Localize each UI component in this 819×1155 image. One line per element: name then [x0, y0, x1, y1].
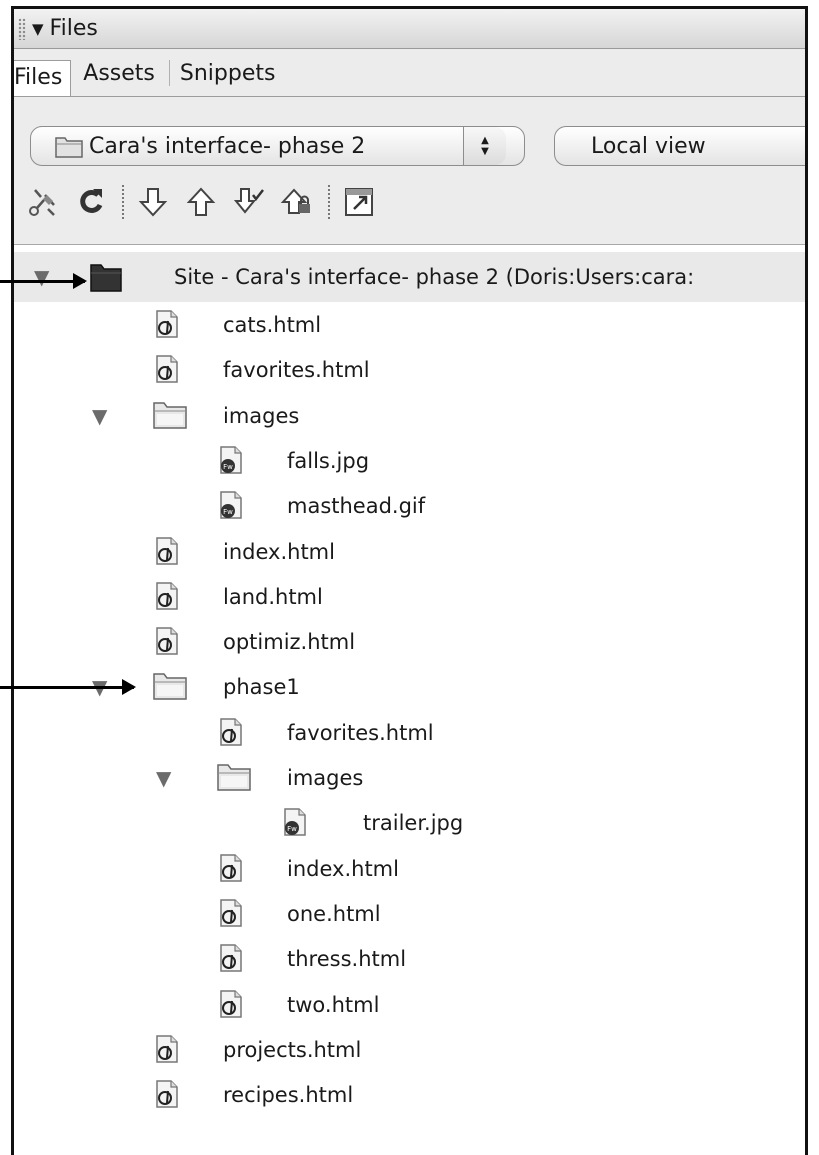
tree-item-name: trailer.jpg	[363, 811, 464, 836]
tree-item-name: two.html	[287, 992, 380, 1017]
expand-triangle-icon[interactable]: ▼	[34, 265, 49, 289]
refresh-icon[interactable]	[72, 183, 110, 221]
tree-item-name: cats.html	[223, 313, 322, 337]
html-file-icon	[218, 943, 244, 977]
tree-item-name: thress.html	[287, 947, 407, 972]
tree-item-name: images	[287, 766, 364, 790]
callout-arrow-site	[0, 273, 87, 289]
tree-item-name: recipes.html	[223, 1083, 354, 1108]
tree-row-site-root[interactable]: ▼ Site - Cara's interface- phase 2 (Doris…	[14, 252, 805, 302]
svg-text:Fw: Fw	[223, 508, 233, 516]
tree-row-file[interactable]: index.html	[14, 846, 805, 892]
folder-icon	[150, 398, 190, 436]
site-select[interactable]: Cara's interface- phase 2 ▲ ▼	[30, 126, 525, 166]
tree-item-name: phase1	[223, 675, 300, 700]
check-in-icon[interactable]	[278, 183, 316, 221]
html-file-icon	[154, 309, 180, 343]
tree-row-file[interactable]: two.html	[14, 982, 805, 1028]
tree-row-file[interactable]: optimiz.html	[14, 619, 805, 665]
fireworks-image-file-icon: Fw	[218, 445, 244, 479]
expand-icon[interactable]	[340, 183, 378, 221]
view-select[interactable]: Local view	[554, 126, 805, 166]
tree-row-file[interactable]: cats.html	[14, 302, 805, 348]
tree-item-name: land.html	[223, 584, 323, 609]
tree-item-name: falls.jpg	[287, 448, 370, 473]
tree-item-name: one.html	[287, 901, 381, 926]
get-files-icon[interactable]	[134, 183, 172, 221]
tree-row-file[interactable]: Fw falls.jpg	[14, 438, 805, 484]
html-file-icon	[218, 853, 244, 887]
site-root-label: Site - Cara's interface- phase 2 (Doris:…	[174, 265, 695, 289]
tab-divider	[168, 60, 170, 86]
html-file-icon	[218, 989, 244, 1023]
tree-row-folder[interactable]: ▼ images	[14, 755, 805, 801]
tree-row-file[interactable]: index.html	[14, 529, 805, 575]
tree-row-file[interactable]: Fw trailer.jpg	[14, 800, 805, 846]
html-file-icon	[218, 898, 244, 932]
tab-assets[interactable]: Assets	[71, 61, 165, 96]
fireworks-image-file-icon: Fw	[282, 807, 308, 841]
put-files-icon[interactable]	[182, 183, 220, 221]
folder-icon	[214, 760, 254, 798]
html-file-icon	[218, 717, 244, 751]
tab-snippets[interactable]: Snippets	[176, 61, 286, 96]
expand-triangle-icon[interactable]: ▼	[156, 766, 171, 790]
tree-row-file[interactable]: Fw masthead.gif	[14, 483, 805, 529]
tree-row-folder[interactable]: ▼ images	[14, 393, 805, 439]
tree-row-file[interactable]: one.html	[14, 891, 805, 937]
files-toolbar: Cara's interface- phase 2 ▲ ▼ Local view	[14, 97, 805, 245]
site-select-label: Cara's interface- phase 2	[89, 133, 366, 159]
tree-row-file[interactable]: thress.html	[14, 936, 805, 982]
tree-item-name: index.html	[223, 539, 335, 564]
files-panel: ▼ Files Files Assets Snippets Cara's int…	[11, 6, 808, 1155]
tree-row-file[interactable]: recipes.html	[14, 1072, 805, 1118]
html-file-icon	[154, 581, 180, 615]
tree-item-name: optimiz.html	[223, 630, 356, 655]
tree-item-name: index.html	[287, 856, 399, 881]
check-out-icon[interactable]	[230, 183, 268, 221]
tree-item-name: projects.html	[223, 1037, 362, 1062]
html-file-icon	[154, 1079, 180, 1113]
callout-arrow-phase1	[0, 679, 136, 695]
collapse-triangle-icon[interactable]: ▼	[32, 20, 44, 38]
panel-title: Files	[49, 16, 98, 41]
html-file-icon	[154, 536, 180, 570]
toolbar-separator	[122, 185, 124, 219]
tab-files[interactable]: Files	[14, 60, 72, 96]
tree-item-name: favorites.html	[287, 720, 434, 745]
html-file-icon	[154, 1034, 180, 1068]
view-select-label: Local view	[591, 133, 706, 159]
tree-row-file[interactable]: favorites.html	[14, 710, 805, 756]
html-file-icon	[154, 626, 180, 660]
svg-text:Fw: Fw	[223, 463, 233, 471]
tree-item-name: images	[223, 403, 300, 428]
toolbar-icons	[24, 180, 388, 224]
html-file-icon	[154, 354, 180, 388]
connect-icon[interactable]	[24, 183, 62, 221]
folder-icon	[150, 669, 190, 707]
tree-row-file[interactable]: projects.html	[14, 1027, 805, 1073]
panel-tabs: Files Assets Snippets	[14, 49, 805, 97]
tree-item-name: favorites.html	[223, 358, 370, 383]
toolbar-separator	[328, 185, 330, 219]
site-select-stepper-icon[interactable]: ▲ ▼	[463, 127, 506, 165]
tree-item-name: masthead.gif	[287, 494, 426, 519]
panel-titlebar[interactable]: ▼ Files	[14, 9, 805, 49]
site-folder-icon	[88, 260, 124, 298]
tree-row-file[interactable]: land.html	[14, 574, 805, 620]
expand-triangle-icon[interactable]: ▼	[92, 404, 107, 428]
folder-icon	[55, 137, 83, 158]
fireworks-image-file-icon: Fw	[218, 490, 244, 524]
tree-row-file[interactable]: favorites.html	[14, 347, 805, 393]
drag-grip-icon[interactable]	[18, 17, 26, 40]
svg-text:Fw: Fw	[287, 825, 297, 833]
